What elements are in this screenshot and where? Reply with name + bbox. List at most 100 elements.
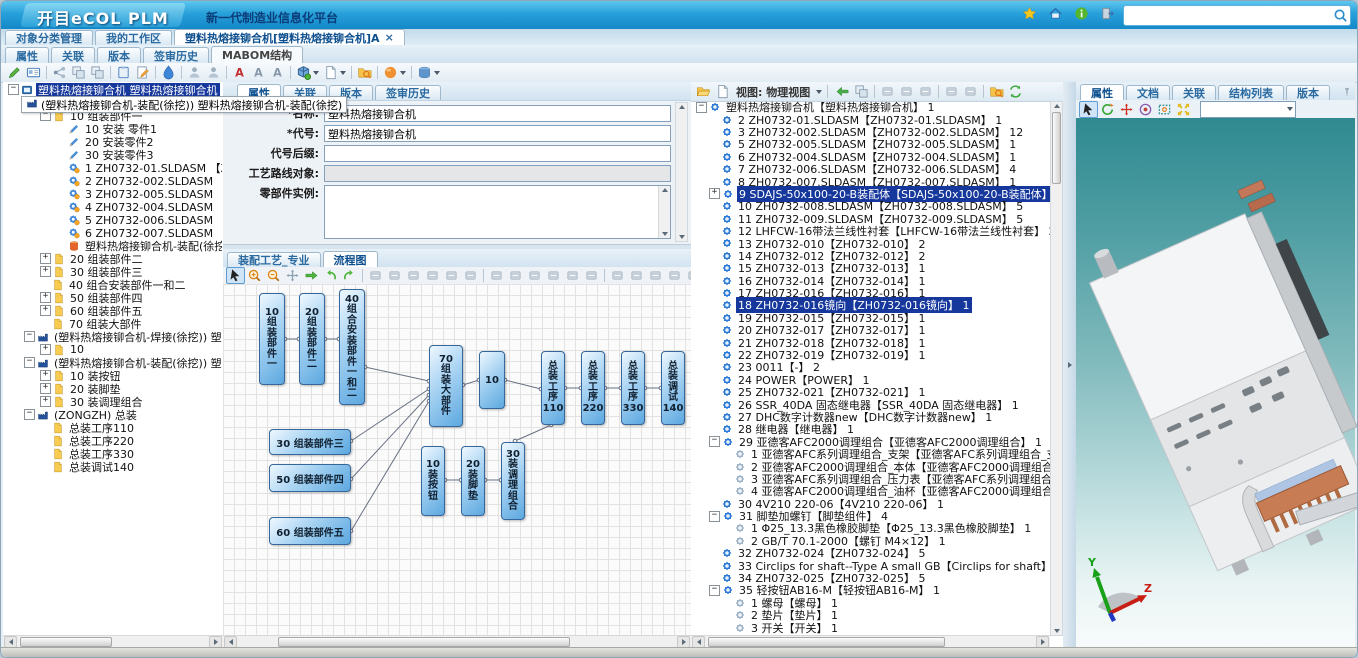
match-width-button[interactable] — [525, 267, 544, 284]
space-h-button[interactable] — [487, 267, 506, 284]
align-bottom-button[interactable] — [385, 267, 404, 284]
grid-button[interactable] — [878, 83, 897, 100]
disk-button[interactable] — [415, 64, 442, 81]
copy-gray-button[interactable] — [852, 83, 871, 100]
scroll-down-icon[interactable] — [679, 235, 685, 239]
info-button[interactable] — [1072, 5, 1091, 22]
tab-0[interactable]: 属性 — [5, 47, 49, 63]
expand-icon[interactable]: + — [40, 370, 51, 381]
diagram-node[interactable]: 总装工序330 — [621, 351, 645, 425]
diagram-node[interactable]: 30 组装部件三 — [269, 429, 351, 455]
scroll-thumb[interactable] — [708, 637, 945, 647]
align-top-button[interactable] — [366, 267, 385, 284]
match-height-button[interactable] — [544, 267, 563, 284]
tab-4[interactable]: MABOM结构 — [211, 46, 303, 63]
tab-0[interactable]: 对象分类管理 — [5, 30, 93, 45]
redo-button[interactable] — [340, 267, 359, 284]
collapse-icon[interactable]: − — [8, 84, 19, 95]
field-input-4[interactable] — [324, 185, 671, 239]
pointer-button[interactable] — [226, 267, 245, 284]
ball-button[interactable] — [381, 64, 408, 81]
open-folder-button[interactable] — [694, 83, 713, 100]
scroll-thumb[interactable] — [20, 637, 112, 647]
collapse-icon[interactable]: − — [24, 357, 35, 368]
drop-blue-button[interactable] — [159, 64, 178, 81]
space-v-button[interactable] — [506, 267, 525, 284]
expand-icon[interactable]: + — [40, 383, 51, 394]
zoom-out-button[interactable] — [264, 267, 283, 284]
search-folder-button[interactable] — [355, 64, 374, 81]
chevron-down-icon[interactable] — [816, 90, 822, 94]
flow-right-button[interactable] — [302, 267, 321, 284]
tree-item[interactable]: 总装调试140 — [4, 460, 144, 473]
equal-height-button[interactable] — [461, 267, 480, 284]
scroll-thumb[interactable] — [1052, 112, 1061, 184]
tab-2[interactable]: 关联 — [1172, 85, 1216, 100]
equal-width-button[interactable] — [442, 267, 461, 284]
tab-1[interactable]: 文档 — [1126, 85, 1170, 100]
orbit-button[interactable] — [1136, 101, 1155, 118]
tab-2[interactable]: 塑料热熔接铆合机[塑料热熔接铆合机]A× — [174, 29, 405, 45]
tab-1[interactable]: 关联 — [51, 47, 95, 63]
collapse-icon[interactable]: − — [709, 436, 720, 447]
grid-button[interactable] — [916, 83, 935, 100]
diagram-node[interactable]: 总装工序110 — [541, 351, 565, 425]
field-input-2[interactable] — [324, 145, 671, 162]
collapse-icon[interactable]: − — [24, 331, 35, 342]
tab-3[interactable]: 结构列表 — [1218, 85, 1284, 100]
form-vscrollbar[interactable] — [675, 102, 688, 242]
copy-structure-button[interactable] — [88, 64, 107, 81]
field-input-3[interactable] — [324, 165, 671, 182]
back-green-button[interactable] — [833, 83, 852, 100]
move-button[interactable] — [1117, 101, 1136, 118]
global-search-input[interactable] — [1126, 7, 1333, 24]
expand-icon[interactable]: + — [40, 344, 51, 355]
view-selector-label[interactable]: 视图: 物理视图 — [736, 84, 810, 100]
search-folder-button[interactable] — [987, 83, 1006, 100]
diagram-node[interactable]: 20装脚垫 — [461, 446, 485, 516]
tab-3[interactable]: 签审历史 — [143, 47, 209, 63]
expand-icon[interactable]: + — [40, 292, 51, 303]
diagram-node[interactable]: 60 组装部件五 — [269, 517, 351, 545]
document-button[interactable] — [713, 83, 732, 100]
collapse-icon[interactable]: − — [24, 409, 35, 420]
group-button[interactable] — [563, 267, 582, 284]
align-left-button[interactable] — [404, 267, 423, 284]
diagram-node[interactable]: 20组装部件二 — [299, 293, 325, 385]
expand-icon[interactable]: + — [709, 188, 720, 199]
page-button[interactable] — [321, 64, 348, 81]
pan-button[interactable] — [283, 267, 302, 284]
zoom-window-button[interactable] — [1155, 101, 1174, 118]
collapse-icon[interactable]: − — [709, 511, 720, 522]
diagram-node[interactable]: 30装调理组合 — [501, 442, 525, 520]
grid-button[interactable] — [942, 83, 961, 100]
star-button[interactable] — [1020, 5, 1039, 22]
home-button[interactable] — [1046, 5, 1065, 22]
tab-4[interactable]: 版本 — [1286, 85, 1330, 100]
scroll-down-icon[interactable] — [1054, 629, 1060, 633]
flow-diagram-canvas[interactable]: 10组装部件一20组装部件二40组合安装部件一和二70组装大部件10总装工序11… — [223, 284, 691, 636]
field-input-0[interactable] — [324, 105, 671, 122]
diagram-node[interactable]: 70组装大部件 — [429, 345, 463, 427]
diagram-node[interactable]: 40组合安装部件一和二 — [339, 289, 365, 405]
logout-button[interactable] — [1098, 5, 1117, 22]
zoom-in-button[interactable] — [245, 267, 264, 284]
font-red-button[interactable]: A — [230, 64, 249, 81]
tree-item[interactable]: −(塑料热熔接铆合机-焊接(徐挖)) 塑料热熔接铆合机-焊接(徐挖) — [4, 330, 222, 343]
copy-structure-button[interactable] — [69, 64, 88, 81]
clipboard-button[interactable] — [114, 64, 133, 81]
font-gray-button[interactable]: A — [249, 64, 268, 81]
grid-button[interactable] — [897, 83, 916, 100]
fit-window-button[interactable] — [582, 267, 601, 284]
tab-1[interactable]: 流程图 — [323, 251, 378, 267]
fit-yellow-button[interactable] — [1174, 101, 1193, 118]
3d-viewport[interactable]: Y Z — [1076, 118, 1355, 648]
tab-1[interactable]: 我的工作区 — [95, 30, 172, 45]
diagram-node[interactable]: 总装调试140 — [661, 351, 685, 425]
cube-button[interactable] — [294, 64, 321, 81]
grow-button[interactable] — [646, 267, 665, 284]
expand-icon[interactable]: + — [40, 266, 51, 277]
diagram-node[interactable]: 10组装部件一 — [259, 293, 285, 385]
link-h-button[interactable] — [608, 267, 627, 284]
expand-icon[interactable]: + — [40, 396, 51, 407]
